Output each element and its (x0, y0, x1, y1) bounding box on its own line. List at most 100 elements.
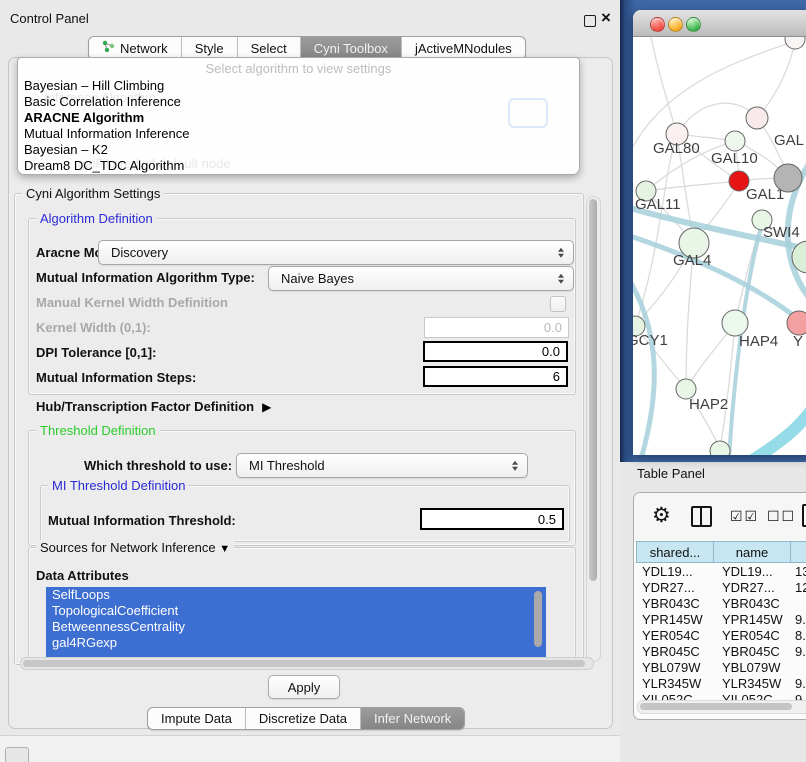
table-column-header[interactable]: A (791, 541, 806, 563)
tab-impute-data[interactable]: Impute Data (148, 708, 245, 729)
table-cell: YLR345W (714, 676, 791, 692)
network-canvas[interactable]: GALGAL80GAL10GAL1GAL11SWI4GAL4GCY1HAP4YH… (633, 37, 806, 455)
table-cell: YER054C (636, 628, 714, 644)
table-column-header[interactable]: name (714, 541, 791, 563)
attribute-list-item[interactable]: BetweennessCentrality (46, 619, 546, 635)
table-row[interactable]: YBR045CYBR045C9. (636, 644, 806, 660)
dropdown-item[interactable]: ARACNE Algorithm (23, 110, 574, 126)
bottom-strip (0, 735, 620, 762)
scrollbar-thumb[interactable] (589, 199, 597, 581)
table-body: YDL19...YDL19...13YDR27...YDR27...12YBR0… (636, 564, 806, 704)
document-icon[interactable] (802, 504, 806, 527)
mi-type-combo[interactable]: Naive Bayes (268, 266, 574, 291)
zoom-traffic-light[interactable] (686, 17, 701, 32)
bottom-tab-bar: Impute DataDiscretize DataInfer Network (147, 707, 465, 730)
network-node-GAL[interactable] (746, 107, 768, 129)
network-node[interactable] (710, 441, 730, 455)
which-threshold-label: Which threshold to use: (84, 458, 232, 473)
table-cell: YBR045C (636, 644, 714, 660)
tab-discretize-data[interactable]: Discretize Data (245, 708, 360, 729)
kernel-width-field[interactable]: 0.0 (424, 317, 569, 338)
table-row[interactable]: YBL079WYBL079W (636, 660, 806, 676)
which-threshold-combo[interactable]: MI Threshold (236, 453, 528, 478)
settings-group-title: Cyni Algorithm Settings (22, 186, 164, 201)
table-cell (791, 660, 806, 676)
table-row[interactable]: YER054CYER054C8. (636, 628, 806, 644)
tab-infer-network[interactable]: Infer Network (360, 708, 464, 729)
apply-button[interactable]: Apply (268, 675, 340, 699)
network-window-titlebar[interactable] (633, 10, 806, 37)
table-cell: YDR27... (714, 580, 791, 596)
panel-title: Control Panel (10, 11, 89, 26)
dropdown-item[interactable]: Bayesian – K2 (23, 142, 574, 158)
mi-threshold-label: Mutual Information Threshold: (48, 513, 236, 528)
tab-jactivemnodules[interactable]: jActiveMNodules (401, 37, 525, 59)
table-column-header[interactable]: shared... (636, 541, 714, 563)
horizontal-scrollbar[interactable] (20, 657, 594, 670)
mi-steps-field[interactable]: 6 (423, 366, 568, 387)
close-traffic-light[interactable] (650, 17, 665, 32)
table-row[interactable]: YDR27...YDR27...12 (636, 580, 806, 596)
network-edge (633, 235, 806, 335)
attribute-list-item[interactable]: TopologicalCoefficient (46, 603, 546, 619)
network-node-Y[interactable] (787, 311, 806, 335)
table-cell: 9. (791, 676, 806, 692)
table-cell: 13 (791, 564, 806, 580)
tab-style[interactable]: Style (181, 37, 237, 59)
scrollbar-thumb[interactable] (23, 660, 585, 667)
dpi-tolerance-field[interactable]: 0.0 (423, 341, 568, 362)
network-node[interactable] (785, 37, 805, 49)
table-cell: YBR043C (714, 596, 791, 612)
network-node-label: GAL (774, 132, 804, 149)
columns-icon[interactable] (691, 506, 712, 527)
float-icon[interactable] (584, 15, 596, 27)
tab-select[interactable]: Select (237, 37, 300, 59)
expand-right-icon: ▶ (262, 400, 271, 414)
scrollbar-thumb[interactable] (640, 703, 792, 710)
network-edge (633, 283, 654, 455)
table-cell: 8. (791, 628, 806, 644)
network-edge (646, 181, 739, 191)
network-node[interactable] (774, 164, 802, 192)
settings-vertical-scrollbar[interactable] (586, 196, 601, 662)
minimize-traffic-light[interactable] (668, 17, 683, 32)
dropdown-item[interactable]: Bayesian – Hill Climbing (23, 78, 574, 94)
table-row[interactable]: YPR145WYPR145W9. (636, 612, 806, 628)
tab-cyni-toolbox[interactable]: Cyni Toolbox (300, 37, 401, 59)
table-horizontal-scrollbar[interactable] (637, 700, 806, 714)
table-header-row: shared...nameA (636, 541, 806, 563)
network-node-label: SWI4 (763, 224, 800, 241)
list-scrollbar-thumb[interactable] (534, 591, 542, 647)
tab-label: jActiveMNodules (415, 41, 512, 56)
table-cell: YDL19... (636, 564, 714, 580)
tab-label: Cyni Toolbox (314, 41, 388, 56)
hub-definition-expander[interactable]: Hub/Transcription Factor Definition ▶ (36, 399, 271, 414)
gear-icon[interactable]: ⚙ (652, 503, 671, 528)
tab-label: Style (195, 41, 224, 56)
dropdown-item[interactable]: Dream8 DC_TDC Algorithm (23, 158, 574, 174)
network-edge (677, 103, 757, 134)
dropdown-item[interactable]: Mutual Information Inference (23, 126, 574, 142)
table-row[interactable]: YDL19...YDL19...13 (636, 564, 806, 580)
tab-label: Network (120, 41, 168, 56)
docked-widget[interactable] (5, 747, 29, 762)
select-all-checkboxes-icon[interactable]: ☑☑ (730, 508, 759, 525)
table-cell: YLR345W (636, 676, 714, 692)
dpi-tolerance-label: DPI Tolerance [0,1]: (36, 345, 156, 360)
aracne-mode-combo[interactable]: Discovery (98, 240, 574, 265)
mi-steps-label: Mutual Information Steps: (36, 370, 196, 385)
network-node-GAL10[interactable] (725, 131, 745, 151)
deselect-all-checkboxes-icon[interactable]: ☐☐ (767, 508, 796, 525)
close-icon[interactable]: × (601, 8, 611, 28)
tab-network[interactable]: Network (89, 37, 181, 59)
attribute-list-item[interactable]: gal4RGexp (46, 635, 546, 651)
manual-kernel-checkbox[interactable] (550, 296, 566, 312)
dropdown-item[interactable]: Basic Correlation Inference (23, 94, 574, 110)
table-row[interactable]: YBR043CYBR043C (636, 596, 806, 612)
mi-threshold-field[interactable]: 0.5 (420, 508, 564, 530)
attribute-list-item[interactable]: SelfLoops (46, 587, 546, 603)
table-cell: 9. (791, 644, 806, 660)
table-row[interactable]: YLR345WYLR345W9. (636, 676, 806, 692)
data-attributes-list[interactable]: SelfLoopsTopologicalCoefficientBetweenne… (46, 587, 546, 657)
aracne-mode-value: Discovery (111, 245, 168, 260)
